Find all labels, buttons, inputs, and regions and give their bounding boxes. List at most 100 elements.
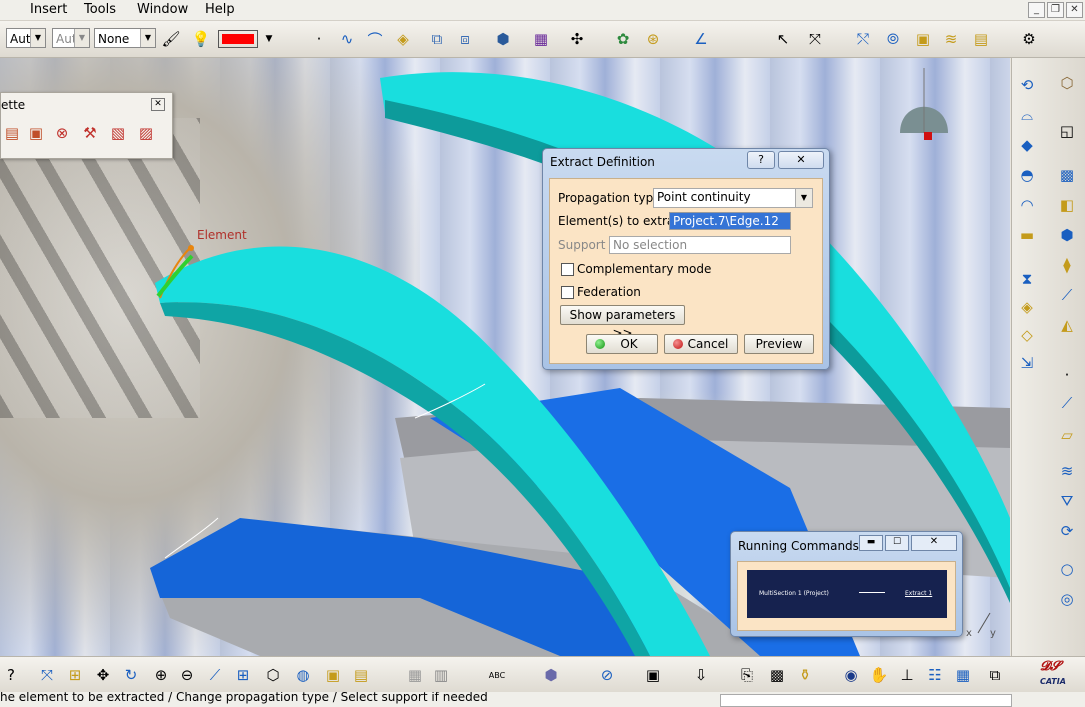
spline-icon[interactable]: ∿ [336, 28, 358, 50]
elements-to-extract-field[interactable]: Project.7\Edge.12 [669, 212, 791, 230]
dialog-close-button[interactable]: ✕ [778, 151, 824, 169]
federation-checkbox[interactable] [561, 286, 574, 299]
ok-button[interactable]: OK [586, 334, 658, 354]
minimize-icon[interactable]: ▬ [859, 535, 883, 551]
zoom-out-icon[interactable]: ⊖ [176, 664, 198, 686]
part-icon[interactable]: ⬢ [540, 664, 562, 686]
import-icon[interactable]: ⇩ [690, 664, 712, 686]
extract-icon[interactable]: ◇ [1016, 324, 1038, 346]
chevron-down-icon[interactable]: ▼ [258, 28, 280, 50]
stack-icon[interactable]: ≋ [940, 28, 962, 50]
join-surfaces-icon[interactable]: ▬ [1016, 224, 1038, 246]
thickness-icon[interactable]: ⧫ [1056, 254, 1078, 276]
circle-outline-icon[interactable]: ○ [1056, 558, 1078, 580]
tools-icon[interactable]: ⤲ [852, 28, 874, 50]
sweep-icon[interactable]: ◠ [1016, 194, 1038, 216]
formula-icon[interactable]: ▥ [430, 664, 452, 686]
help-button[interactable]: ? [747, 151, 775, 169]
pan-icon[interactable]: ✥ [92, 664, 114, 686]
line-type-combo[interactable]: Aut ▼ [6, 28, 46, 48]
menu-help[interactable]: Help [205, 2, 235, 17]
axis-icon[interactable]: ⊥ [896, 664, 918, 686]
menu-insert[interactable]: Insert [30, 2, 67, 17]
restore-button[interactable]: ❐ [1047, 2, 1064, 18]
close-window-button[interactable]: ✕ [1066, 2, 1083, 18]
compass-handle[interactable] [924, 132, 932, 140]
close-icon[interactable]: ✕ [911, 535, 957, 551]
bottle-icon[interactable]: ⚱ [794, 664, 816, 686]
painter-icon[interactable]: 🖌 [160, 28, 182, 50]
line-thickness-combo[interactable]: Aut ▼ [52, 28, 90, 48]
palette-tool-3-icon[interactable]: ⊗ [51, 122, 73, 144]
tree-icon[interactable]: ☷ [924, 664, 946, 686]
curvature-icon[interactable]: ⊛ [642, 28, 664, 50]
copy-icon[interactable]: ⎘ [736, 664, 758, 686]
restore-icon[interactable]: ☐ [885, 535, 909, 551]
palette-tool-4-icon[interactable]: ⚒ [79, 122, 101, 144]
palette-tool-5-icon[interactable]: ▧ [107, 122, 129, 144]
fillet-icon[interactable]: ◭ [1056, 314, 1078, 336]
fly-mode-icon[interactable]: ⤧ [36, 664, 58, 686]
point-icon[interactable]: · [308, 28, 330, 50]
offset-surface-icon[interactable]: ◈ [392, 28, 414, 50]
light-icon[interactable]: 💡 [190, 28, 212, 50]
pattern-icon[interactable]: ▩ [1056, 164, 1078, 186]
sync-icon[interactable]: ◉ [840, 664, 862, 686]
complementary-mode-checkbox[interactable] [561, 263, 574, 276]
shading-icon[interactable]: ◍ [292, 664, 314, 686]
transform-icon[interactable]: ⬢ [492, 28, 514, 50]
palette-tool-6-icon[interactable]: ▨ [135, 122, 157, 144]
hide-icon[interactable]: ▣ [322, 664, 344, 686]
support-field[interactable]: No selection [609, 236, 791, 254]
solid-icon[interactable]: ⬢ [1056, 224, 1078, 246]
cancel-button[interactable]: Cancel [664, 334, 738, 354]
spiral-icon[interactable]: ◎ [1056, 588, 1078, 610]
help-icon[interactable]: ? [0, 664, 22, 686]
hide-show-icon[interactable]: ⦾ [882, 28, 904, 50]
measure-icon[interactable]: ⊘ [596, 664, 618, 686]
extrude-surface-icon[interactable]: ⌒ [364, 28, 386, 50]
settings-icon[interactable]: ⚙ [1018, 28, 1040, 50]
wireframe-icon[interactable]: ⟲ [1016, 74, 1038, 96]
multi-select-icon[interactable]: ⤧ [804, 28, 826, 50]
camera-icon[interactable]: ▣ [642, 664, 664, 686]
grid-toggle-icon[interactable]: ▦ [952, 664, 974, 686]
multi-view-icon[interactable]: ⊞ [232, 664, 254, 686]
corner-icon[interactable]: ⟳ [1056, 520, 1078, 542]
minimize-button[interactable]: _ [1028, 2, 1045, 18]
projection-icon[interactable]: ≋ [1056, 460, 1078, 482]
hand-icon[interactable]: ✋ [868, 664, 890, 686]
catalog-icon[interactable]: ▤ [970, 28, 992, 50]
preview-button[interactable]: Preview [744, 334, 814, 354]
text-abc-icon[interactable]: ABC [486, 664, 508, 686]
fit-all-icon[interactable]: ⊞ [64, 664, 86, 686]
command-input[interactable] [720, 694, 1012, 707]
work-object-icon[interactable]: ▣ [912, 28, 934, 50]
palette-tool-1-icon[interactable]: ▤ [1, 122, 23, 144]
select-icon[interactable]: ↖ [772, 28, 794, 50]
boundary-icon[interactable]: ⟋ [1056, 284, 1078, 306]
swap-icon[interactable]: ▤ [350, 664, 372, 686]
curve-analysis-icon[interactable]: ∠ [690, 28, 712, 50]
iso-view-icon[interactable]: ⬡ [262, 664, 284, 686]
zoom-in-icon[interactable]: ⊕ [150, 664, 172, 686]
normal-view-icon[interactable]: ⟋ [204, 664, 226, 686]
color-swatch[interactable] [218, 30, 258, 48]
show-parameters-button[interactable]: Show parameters >> [560, 305, 685, 340]
table-icon[interactable]: ▦ [404, 664, 426, 686]
palette-tool-2-icon[interactable]: ▣ [25, 122, 47, 144]
plane-icon[interactable]: ◱ [1056, 120, 1078, 142]
circle-icon[interactable]: ⌓ [1016, 104, 1038, 126]
split-icon[interactable]: ◈ [1016, 296, 1038, 318]
close-icon[interactable]: ✕ [151, 98, 165, 111]
paste-icon[interactable]: ▩ [766, 664, 788, 686]
rotate-icon[interactable]: ↻ [120, 664, 142, 686]
analysis-icon[interactable]: ✿ [612, 28, 634, 50]
menu-tools[interactable]: Tools [84, 2, 116, 17]
command-node-1[interactable]: MultiSection 1 (Project) [759, 590, 829, 597]
intersection-icon[interactable]: ⛛ [1056, 490, 1078, 512]
blend-icon[interactable]: ◧ [1056, 194, 1078, 216]
surface-icon[interactable]: ◆ [1016, 134, 1038, 156]
sketch-icon[interactable]: ⬡ [1056, 72, 1078, 94]
join-icon[interactable]: ⧉ [426, 28, 448, 50]
